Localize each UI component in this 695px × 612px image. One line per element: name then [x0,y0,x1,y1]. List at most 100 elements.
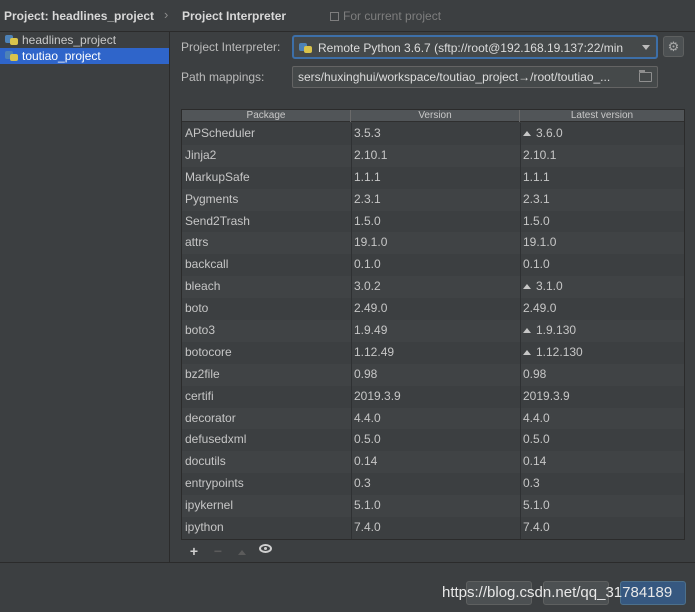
upgrade-available-icon [523,349,531,355]
interpreter-select[interactable]: Remote Python 3.6.7 (sftp://root@192.168… [292,35,658,59]
package-name-cell: Pygments [185,191,239,206]
table-body: APScheduler 3.5.3 3.6.0 Jinja2 2.10.1 2.10.1 M… [182,123,684,539]
column-divider [351,123,352,539]
latest-version-cell: 0.5.0 [523,429,550,451]
latest-version-cell: 2.10.1 [523,145,556,167]
table-row[interactable]: Send2Trash 1.5.0 1.5.0 [182,211,684,233]
table-row[interactable]: APScheduler 3.5.3 3.6.0 [182,123,684,145]
package-table: Package Version Latest version APSchedul… [181,109,685,540]
latest-version-cell: 19.1.0 [523,232,556,254]
latest-version-text: 4.4.0 [523,410,550,425]
package-name-cell: APScheduler [185,126,256,140]
column-header-latest-version[interactable]: Latest version [520,110,684,122]
latest-version-text: 0.1.0 [523,257,550,272]
package-name-cell: defusedxml [185,432,247,447]
table-row[interactable]: backcall 0.1.0 0.1.0 [182,254,684,276]
latest-version-text: 1.12.130 [536,344,583,359]
latest-version-text: 2.10.1 [523,147,557,162]
table-row[interactable]: entrypoints 0.3 0.3 [182,473,684,495]
table-row[interactable]: ipython 7.4.0 7.4.0 [182,517,684,539]
latest-version-cell: 0.3 [523,473,540,495]
latest-version-text: 2.49.0 [523,301,557,316]
package-name-cell: certifi [185,388,214,403]
column-divider [520,123,521,539]
latest-version-cell: 2019.3.9 [523,386,570,408]
scope-note: For current project [330,9,441,23]
latest-version-cell: 1.9.130 [523,320,576,342]
folder-icon[interactable] [639,70,652,82]
upgrade-package-button[interactable] [235,543,249,559]
package-name-cell: Send2Trash [185,213,250,228]
page-title: Project Interpreter [182,9,287,23]
upgrade-available-icon [523,284,531,290]
chevron-down-icon[interactable] [642,45,650,50]
version-cell: 2.10.1 [354,147,388,162]
project-item-headlines[interactable]: headlines_project [0,32,169,48]
path-mappings-field[interactable]: sers/huxinghui/workspace/toutiao_project… [292,66,658,88]
version-cell: 0.5.0 [354,432,381,447]
table-toolbar: + − [181,540,685,562]
version-cell: 2.3.1 [354,191,381,206]
latest-version-text: 1.5.0 [523,213,550,228]
latest-version-cell: 4.4.0 [523,408,550,430]
version-cell: 2.49.0 [354,301,388,316]
table-row[interactable]: botocore 1.12.49 1.12.130 [182,342,684,364]
package-name-cell: decorator [185,410,236,425]
table-row[interactable]: certifi 2019.3.9 2019.3.9 [182,386,684,408]
column-header-package[interactable]: Package [182,110,351,122]
latest-version-cell: 7.4.0 [523,517,550,539]
latest-version-text: 19.1.0 [523,235,557,250]
python-project-icon [5,50,18,61]
gear-icon[interactable]: ⚙ [663,36,684,57]
add-package-button[interactable]: + [187,543,201,559]
version-cell: 0.3 [354,476,371,491]
remove-package-button[interactable]: − [211,543,225,559]
scope-note-label: For current project [343,9,442,23]
upgrade-available-icon [523,328,531,334]
breadcrumb-separator-icon: › [164,7,169,22]
table-row[interactable]: decorator 4.4.0 4.4.0 [182,407,684,430]
latest-version-text: 7.4.0 [523,520,550,535]
latest-version-cell: 2.49.0 [523,298,556,320]
project-list: headlines_project toutiao_project [0,32,170,562]
package-name-cell: ipython [185,520,224,535]
latest-version-cell: 5.1.0 [523,495,550,517]
latest-version-cell: 0.98 [523,364,546,386]
latest-version-text: 3.1.0 [536,279,563,294]
project-item-label: toutiao_project [22,49,101,63]
package-name-cell: attrs [185,235,209,250]
upgrade-available-icon [523,131,531,136]
table-row[interactable]: Pygments 2.3.1 2.3.1 [182,188,684,211]
version-cell: 0.1.0 [354,257,381,272]
latest-version-text: 3.6.0 [536,126,563,140]
package-name-cell: Jinja2 [185,147,217,162]
python-project-icon [5,34,18,45]
version-cell: 0.98 [354,366,378,381]
table-row[interactable]: bz2file 0.98 0.98 [182,363,684,386]
package-name-cell: boto3 [185,323,216,338]
table-row[interactable]: attrs 19.1.0 19.1.0 [182,232,684,255]
column-header-version[interactable]: Version [351,110,520,122]
version-cell: 7.4.0 [354,520,381,535]
python-remote-icon [299,42,312,53]
latest-version-cell: 1.5.0 [523,211,550,233]
latest-version-text: 1.9.130 [536,323,577,338]
package-name-cell: bleach [185,279,221,294]
table-row[interactable]: docutils 0.14 0.14 [182,451,684,474]
table-row[interactable]: Jinja2 2.10.1 2.10.1 [182,144,684,167]
package-name-cell: entrypoints [185,476,244,491]
table-row[interactable]: ipykernel 5.1.0 5.1.0 [182,495,684,518]
package-name-cell: docutils [185,454,226,469]
table-row[interactable]: defusedxml 0.5.0 0.5.0 [182,429,684,451]
table-row[interactable]: boto 2.49.0 2.49.0 [182,298,684,320]
project-item-toutiao[interactable]: toutiao_project [0,48,169,64]
table-row[interactable]: bleach 3.0.2 3.1.0 [182,276,684,299]
show-early-releases-button[interactable] [257,544,273,560]
interpreter-value: Remote Python 3.6.7 (sftp://root@192.168… [318,41,624,55]
latest-version-text: 0.98 [523,366,547,381]
version-cell: 3.0.2 [354,279,381,294]
latest-version-text: 1.1.1 [523,169,550,184]
eye-icon [258,544,272,553]
table-row[interactable]: boto3 1.9.49 1.9.130 [182,320,684,342]
table-row[interactable]: MarkupSafe 1.1.1 1.1.1 [182,167,684,189]
